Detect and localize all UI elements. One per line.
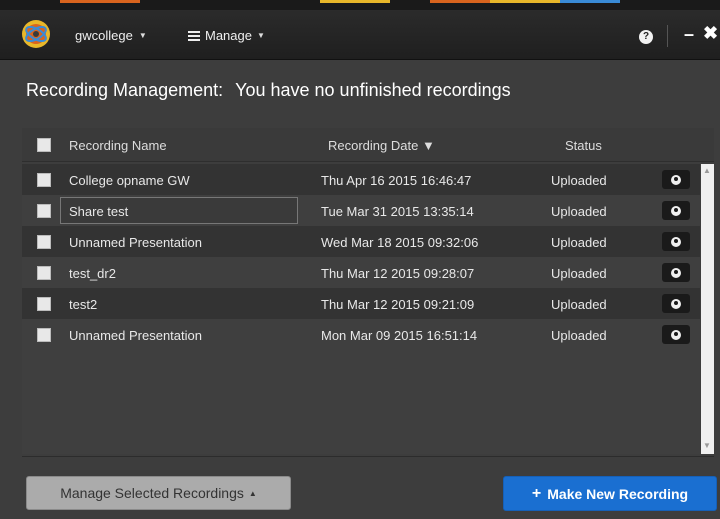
footer-divider <box>22 456 714 457</box>
table-row[interactable]: College opname GW Thu Apr 16 2015 16:46:… <box>22 164 700 195</box>
recording-name: Unnamed Presentation <box>69 235 202 250</box>
minimize-button[interactable]: – <box>684 24 694 45</box>
globe-icon <box>671 174 681 185</box>
column-header-name[interactable]: Recording Name <box>69 138 167 153</box>
globe-icon <box>671 267 681 278</box>
recording-date: Mon Mar 09 2015 16:51:14 <box>321 328 478 343</box>
recording-status: Uploaded <box>551 235 607 250</box>
manage-menu-label: Manage <box>205 28 252 43</box>
row-checkbox[interactable] <box>37 204 51 218</box>
chevron-down-icon: ▼ <box>256 31 265 40</box>
column-header-date[interactable]: Recording Date ▼ <box>328 138 435 153</box>
recording-name: test_dr2 <box>69 266 116 281</box>
column-header-date-label: Recording Date <box>328 138 419 153</box>
share-button[interactable] <box>662 294 690 313</box>
table-row[interactable]: test_dr2 Thu Mar 12 2015 09:28:07 Upload… <box>22 257 700 288</box>
recording-date: Thu Mar 12 2015 09:21:09 <box>321 297 475 312</box>
row-checkbox[interactable] <box>37 266 51 280</box>
share-button[interactable] <box>662 263 690 282</box>
make-new-recording-button[interactable]: + Make New Recording <box>503 476 717 511</box>
recording-date: Tue Mar 31 2015 13:35:14 <box>321 204 474 219</box>
share-button[interactable] <box>662 232 690 251</box>
table-row[interactable]: Unnamed Presentation Wed Mar 18 2015 09:… <box>22 226 700 257</box>
column-header-status[interactable]: Status <box>565 138 602 153</box>
manage-selected-recordings-button[interactable]: Manage Selected Recordings ▲ <box>26 476 291 510</box>
sort-desc-icon: ▼ <box>421 138 435 153</box>
page-title: Recording Management: You have no unfinis… <box>26 80 511 101</box>
globe-icon <box>671 205 681 216</box>
recording-name: Share test <box>69 204 129 219</box>
chevron-down-icon: ▼ <box>138 31 147 40</box>
list-icon <box>188 30 200 41</box>
recording-status: Uploaded <box>551 328 607 343</box>
manage-menu[interactable]: Manage ▼ <box>188 28 265 43</box>
recording-status: Uploaded <box>551 297 607 312</box>
recording-status: Uploaded <box>551 204 607 219</box>
row-checkbox[interactable] <box>37 328 51 342</box>
recording-date: Thu Mar 12 2015 09:28:07 <box>321 266 475 281</box>
recording-date: Wed Mar 18 2015 09:32:06 <box>321 235 479 250</box>
page-title-label: Recording Management: <box>26 80 224 100</box>
help-icon[interactable]: ? <box>639 30 653 44</box>
recording-date: Thu Apr 16 2015 16:46:47 <box>321 173 472 188</box>
globe-icon <box>671 298 681 309</box>
make-new-recording-label: Make New Recording <box>547 485 689 502</box>
titlebar-divider <box>667 25 668 47</box>
scroll-up-arrow-icon[interactable]: ▲ <box>703 166 711 175</box>
page-title-status: You have no unfinished recordings <box>235 80 511 100</box>
share-button[interactable] <box>662 325 690 344</box>
chevron-up-icon: ▲ <box>248 488 257 498</box>
row-checkbox[interactable] <box>37 173 51 187</box>
recording-status: Uploaded <box>551 266 607 281</box>
table-row[interactable]: Share test Tue Mar 31 2015 13:35:14 Uplo… <box>22 195 700 226</box>
recordings-list: College opname GW Thu Apr 16 2015 16:46:… <box>22 164 700 454</box>
recording-status: Uploaded <box>551 173 607 188</box>
globe-icon <box>671 236 681 247</box>
scroll-down-arrow-icon[interactable]: ▼ <box>703 441 711 450</box>
close-button[interactable]: ✖ <box>703 23 718 44</box>
table-header: Recording Name Recording Date ▼ Status <box>22 128 714 162</box>
manage-selected-label: Manage Selected Recordings <box>60 485 244 501</box>
list-scrollbar[interactable]: ▲ ▼ <box>701 164 714 454</box>
user-menu[interactable]: gwcollege ▼ <box>75 28 147 43</box>
row-checkbox[interactable] <box>37 235 51 249</box>
plus-icon: + <box>531 484 542 502</box>
row-checkbox[interactable] <box>37 297 51 311</box>
share-button[interactable] <box>662 170 690 189</box>
app-logo-icon <box>20 18 52 50</box>
title-bar: gwcollege ▼ Manage ▼ ? – ✖ <box>0 10 720 60</box>
share-button[interactable] <box>662 201 690 220</box>
select-all-checkbox[interactable] <box>37 138 51 152</box>
recording-name: test2 <box>69 297 98 312</box>
top-color-strip <box>0 0 720 10</box>
table-row[interactable]: Unnamed Presentation Mon Mar 09 2015 16:… <box>22 319 700 350</box>
user-menu-label: gwcollege <box>75 28 133 43</box>
globe-icon <box>671 329 681 340</box>
table-row[interactable]: test2 Thu Mar 12 2015 09:21:09 Uploaded <box>22 288 700 319</box>
recording-name: College opname GW <box>69 173 190 188</box>
recording-name: Unnamed Presentation <box>69 328 202 343</box>
